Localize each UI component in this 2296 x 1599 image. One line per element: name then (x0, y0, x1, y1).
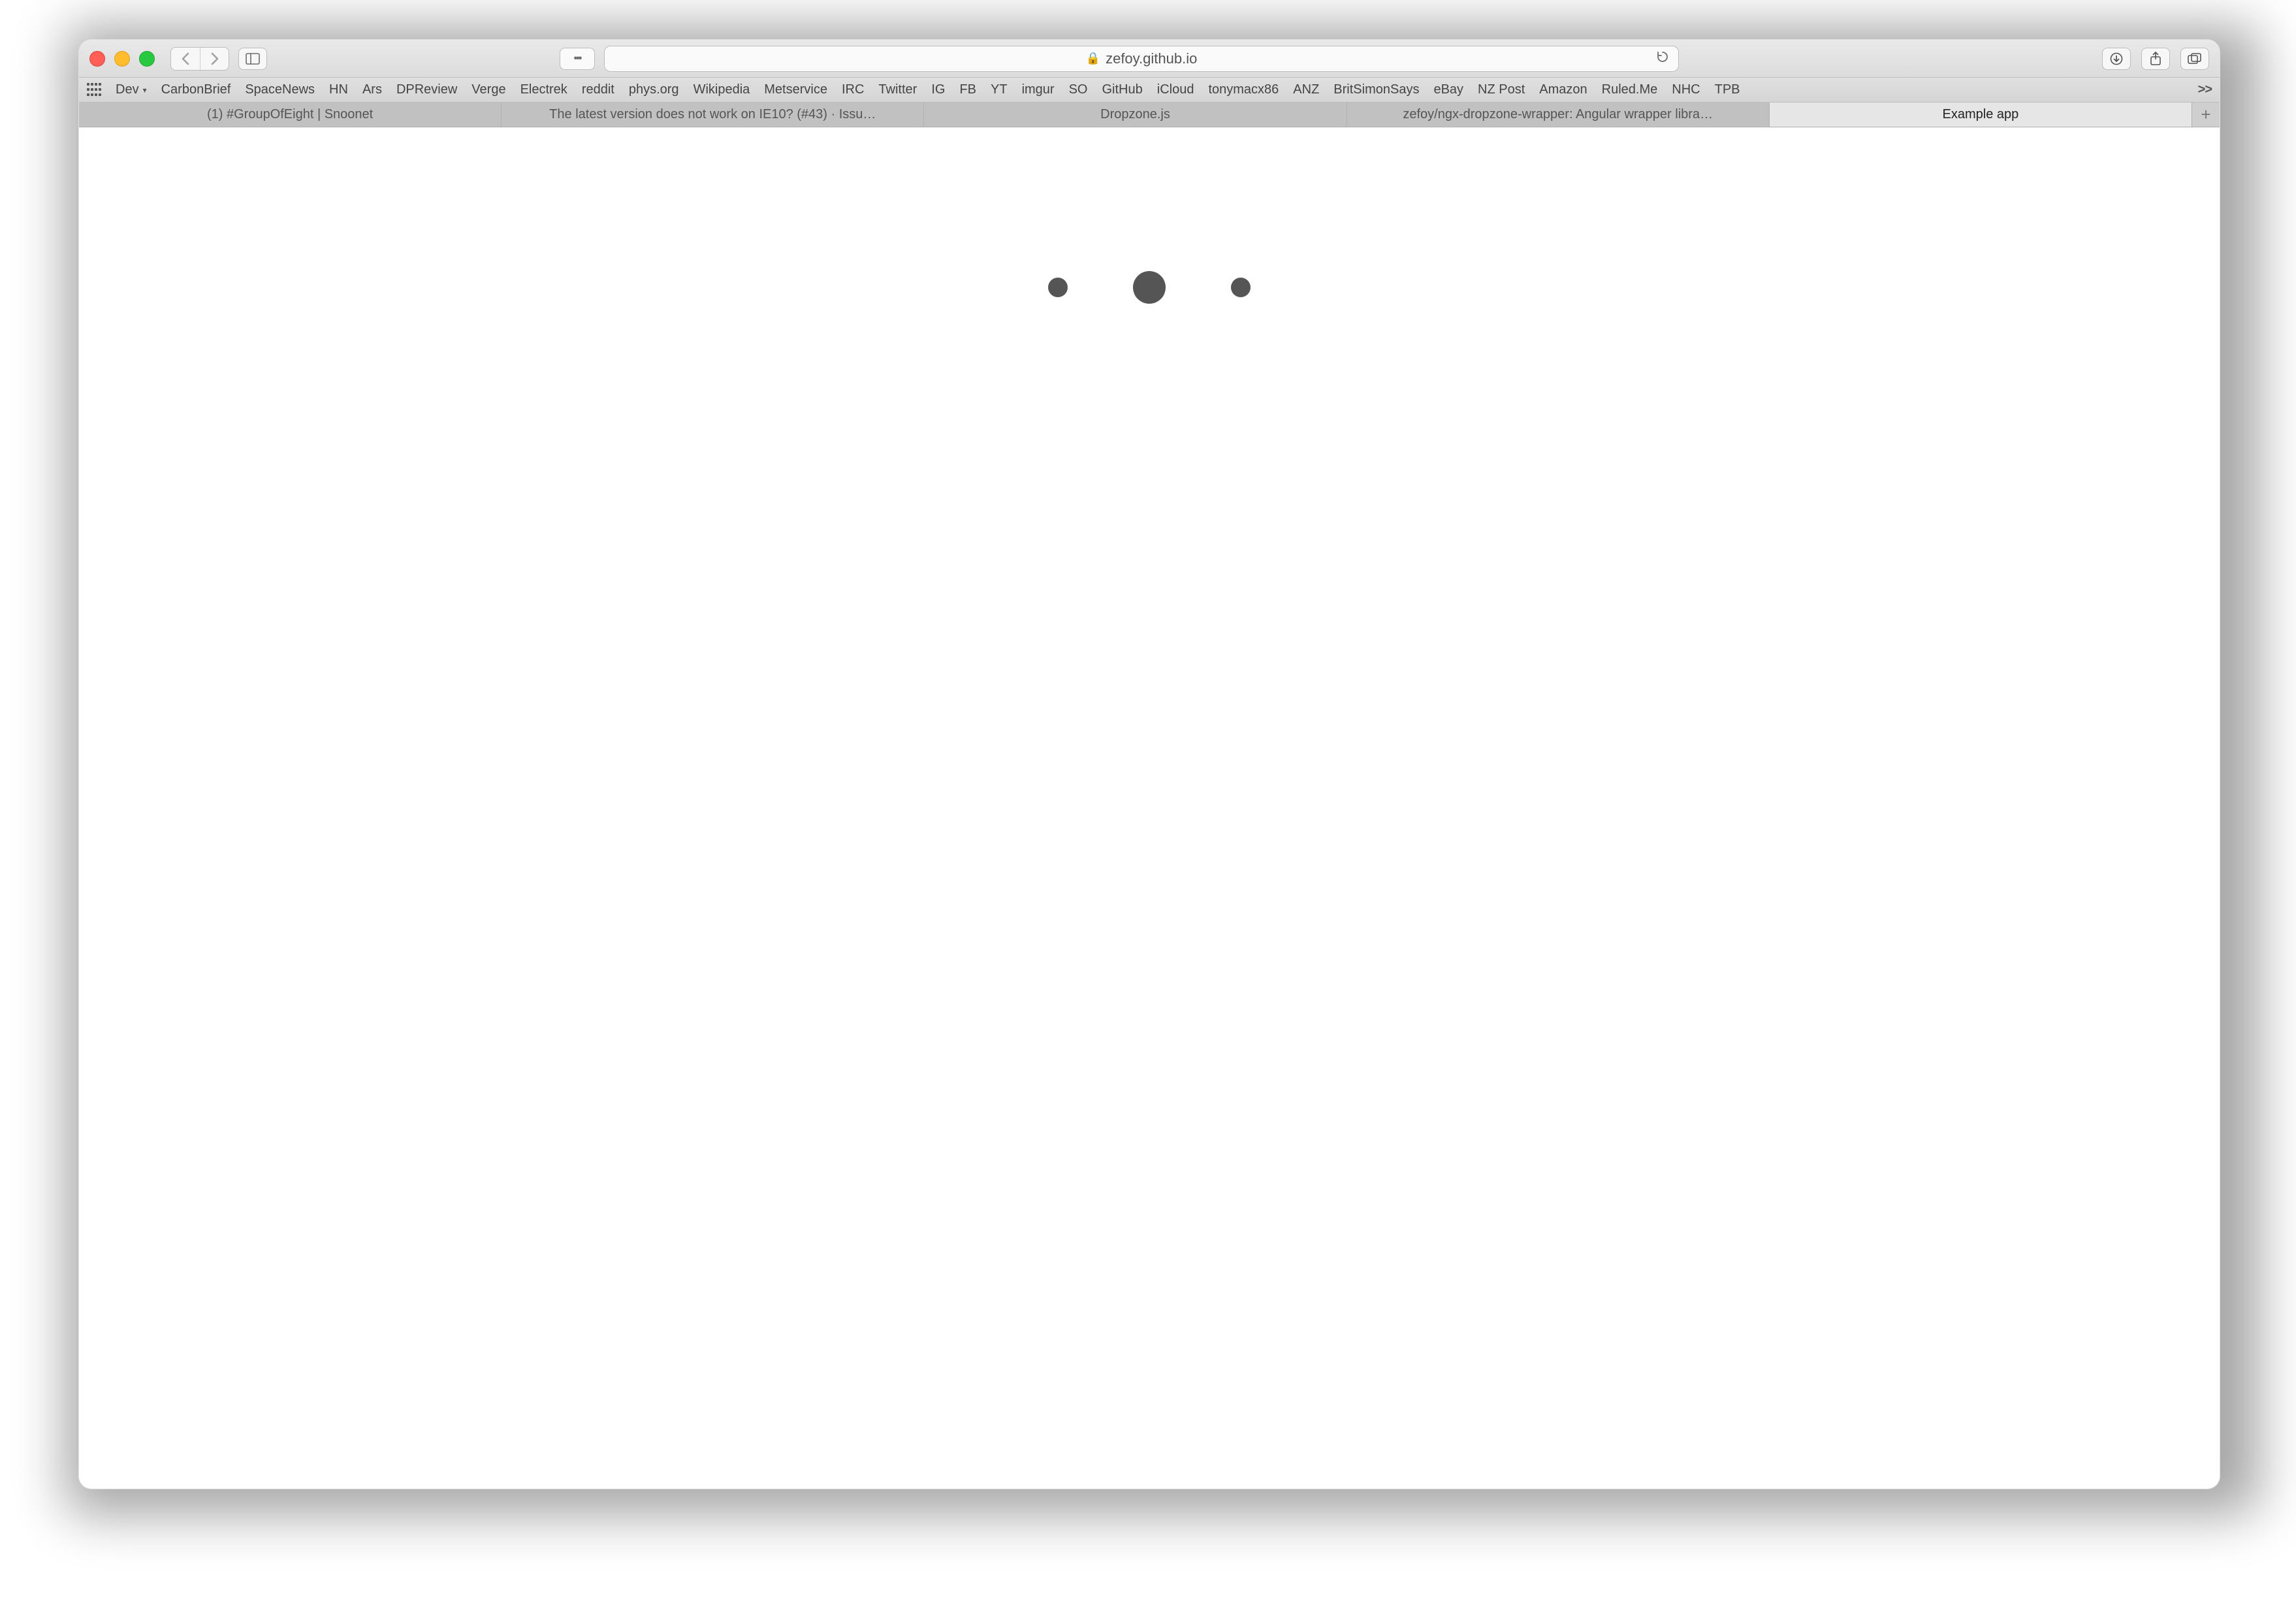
favorite-link[interactable]: Twitter (878, 82, 917, 97)
loading-dot-icon (1133, 271, 1166, 304)
tab-label: Dropzone.js (1100, 107, 1170, 122)
tab-label: (1) #GroupOfEight | Snoonet (207, 107, 373, 122)
favorite-link[interactable]: DPReview (396, 82, 457, 97)
favorite-link[interactable]: IG (931, 82, 945, 97)
favorite-link[interactable]: IRC (842, 82, 864, 97)
window-controls (89, 51, 155, 67)
lock-icon: 🔒 (1086, 52, 1100, 65)
toolbar: ••• 🔒 zefoy.github.io (79, 40, 2220, 78)
tab-label: The latest version does not work on IE10… (549, 107, 876, 122)
maximize-window-button[interactable] (139, 51, 155, 67)
loading-dot-icon (1048, 278, 1068, 297)
favorites-folder-dev[interactable]: Dev ▾ (116, 82, 147, 97)
favorite-link[interactable]: SO (1069, 82, 1088, 97)
favorite-link[interactable]: NHC (1672, 82, 1700, 97)
show-all-tabs-button[interactable] (2180, 48, 2209, 70)
tab[interactable]: The latest version does not work on IE10… (502, 103, 924, 127)
favorite-link[interactable]: SpaceNews (245, 82, 315, 97)
address-bar[interactable]: 🔒 zefoy.github.io (604, 46, 1679, 72)
favorite-link[interactable]: Metservice (764, 82, 827, 97)
favorite-link[interactable]: ANZ (1293, 82, 1319, 97)
favorite-link[interactable]: NZ Post (1478, 82, 1525, 97)
favorite-link[interactable]: phys.org (629, 82, 679, 97)
favorite-link[interactable]: eBay (1433, 82, 1463, 97)
tab[interactable]: Dropzone.js (924, 103, 1347, 127)
reload-button[interactable] (1656, 50, 1669, 67)
favorite-link[interactable]: Wikipedia (694, 82, 750, 97)
back-button[interactable] (171, 48, 200, 70)
favorite-link[interactable]: CarbonBrief (161, 82, 231, 97)
favorite-link[interactable]: GitHub (1102, 82, 1143, 97)
tab[interactable]: zefoy/ngx-dropzone-wrapper: Angular wrap… (1347, 103, 1770, 127)
favorite-link[interactable]: Electrek (520, 82, 567, 97)
website-settings-button[interactable]: ••• (560, 48, 595, 70)
show-sidebar-button[interactable] (238, 48, 267, 70)
new-tab-button[interactable]: + (2192, 103, 2220, 127)
favorite-link[interactable]: FB (959, 82, 976, 97)
favorite-link[interactable]: Amazon (1539, 82, 1587, 97)
favorites-folder-label: Dev (116, 82, 139, 97)
forward-button[interactable] (200, 48, 229, 70)
tab-strip: (1) #GroupOfEight | Snoonet The latest v… (79, 103, 2220, 127)
loading-dot-icon (1231, 278, 1251, 297)
tab-label: Example app (1943, 107, 2019, 122)
favorite-link[interactable]: TPB (1715, 82, 1740, 97)
close-window-button[interactable] (89, 51, 105, 67)
favorite-link[interactable]: YT (991, 82, 1008, 97)
favorite-link[interactable]: tonymacx86 (1208, 82, 1279, 97)
toolbar-right-icons (2102, 48, 2209, 70)
tab[interactable]: (1) #GroupOfEight | Snoonet (79, 103, 502, 127)
tab-label: zefoy/ngx-dropzone-wrapper: Angular wrap… (1403, 107, 1713, 122)
address-host: zefoy.github.io (1106, 50, 1197, 67)
loading-indicator (1048, 271, 1251, 304)
site-settings-icon: ••• (574, 53, 581, 65)
page-content (79, 127, 2220, 1489)
favorites-bar: Dev ▾ CarbonBrief SpaceNews HN Ars DPRev… (79, 78, 2220, 103)
share-button[interactable] (2141, 48, 2170, 70)
chevron-down-icon: ▾ (143, 86, 147, 95)
safari-window: ••• 🔒 zefoy.github.io De (78, 39, 2220, 1489)
favorite-link[interactable]: BritSimonSays (1333, 82, 1419, 97)
favorites-overflow-button[interactable]: >> (2198, 82, 2212, 97)
show-favorites-grid-icon[interactable] (87, 83, 101, 97)
favorite-link[interactable]: iCloud (1157, 82, 1194, 97)
downloads-button[interactable] (2102, 48, 2131, 70)
favorite-link[interactable]: Ars (362, 82, 382, 97)
favorite-link[interactable]: Verge (471, 82, 505, 97)
favorite-link[interactable]: HN (329, 82, 348, 97)
minimize-window-button[interactable] (114, 51, 130, 67)
nav-buttons (170, 47, 229, 71)
favorite-link[interactable]: Ruled.Me (1602, 82, 1658, 97)
tab-active[interactable]: Example app (1770, 103, 2192, 127)
favorite-link[interactable]: imgur (1022, 82, 1055, 97)
favorite-link[interactable]: reddit (582, 82, 614, 97)
